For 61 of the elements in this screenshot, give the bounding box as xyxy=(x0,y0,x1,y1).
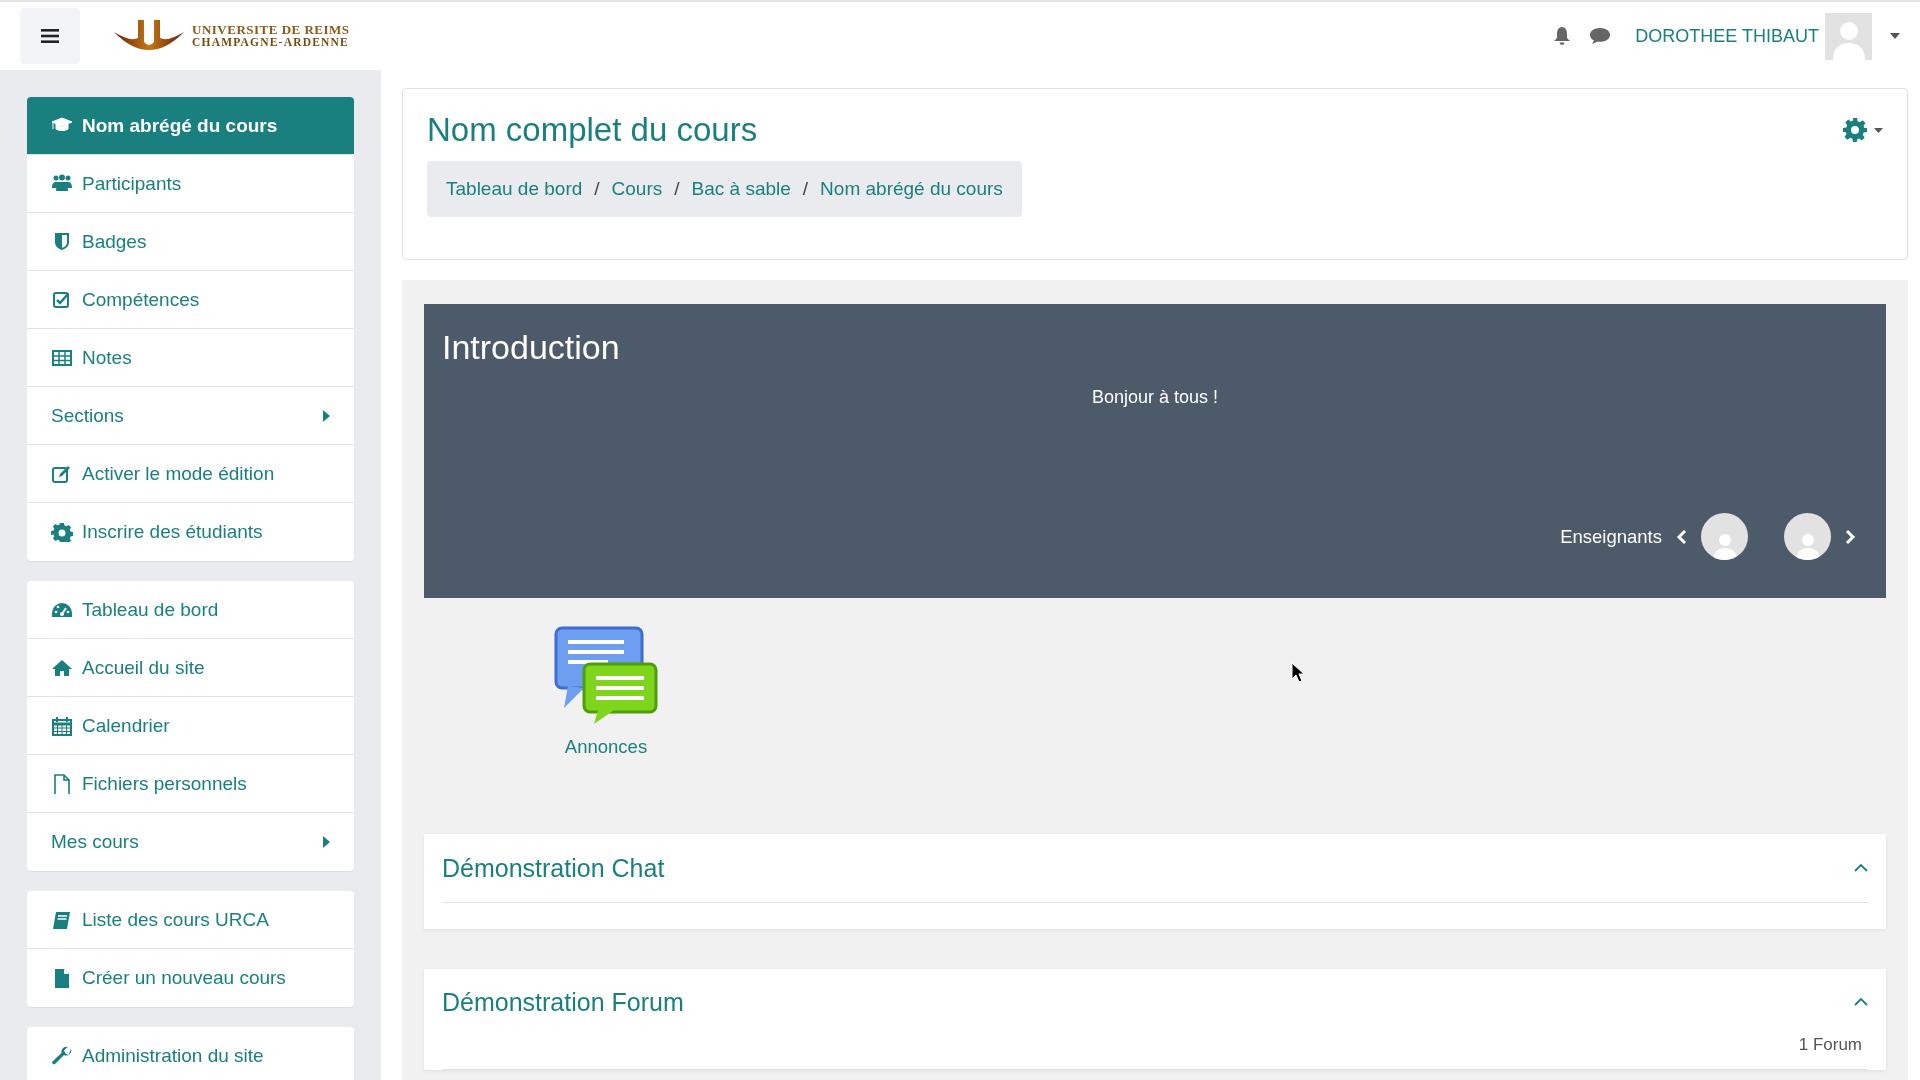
logo-text: UNIVERSITE DE REIMS xyxy=(192,23,350,36)
caret-right-icon xyxy=(323,836,330,848)
gear-icon xyxy=(1842,117,1868,143)
sidebar-item[interactable]: Fichiers personnels xyxy=(27,755,354,813)
teacher-avatar[interactable] xyxy=(1784,513,1831,560)
teacher-avatar[interactable] xyxy=(1701,513,1748,560)
welcome-text: Bonjour à tous ! xyxy=(1090,387,1220,408)
book-icon xyxy=(51,909,73,930)
edit-icon xyxy=(51,463,73,484)
house-icon xyxy=(51,657,73,678)
sidebar-item[interactable]: Liste des cours URCA xyxy=(27,891,354,949)
course-title: Nom complet du cours xyxy=(427,111,758,149)
sidebar-item[interactable]: Compétences xyxy=(27,271,354,329)
caret-icon xyxy=(1874,127,1883,133)
section-title: Démonstration Forum xyxy=(442,987,684,1017)
caret-icon[interactable] xyxy=(1890,33,1900,39)
sidebar-item[interactable]: Administration du site xyxy=(27,1027,354,1080)
breadcrumb-separator: / xyxy=(802,178,809,200)
section-title: Démonstration Chat xyxy=(442,853,665,883)
chevron-left-icon[interactable] xyxy=(1676,528,1687,545)
activity-summary: 1 Forum xyxy=(1798,1035,1862,1056)
table-icon xyxy=(51,347,73,368)
breadcrumb-link[interactable]: Cours xyxy=(611,178,663,200)
sidebar-item[interactable]: Créer un nouveau cours xyxy=(27,949,354,1007)
breadcrumb-separator: / xyxy=(674,178,680,200)
sidebar-item[interactable]: Calendrier xyxy=(27,697,354,755)
chevron-up-icon[interactable] xyxy=(1854,863,1868,873)
breadcrumb-separator: / xyxy=(594,178,600,200)
sidebar-item[interactable]: Tableau de bord xyxy=(27,581,354,639)
activity-link[interactable]: Annonces xyxy=(564,736,648,758)
chevron-right-icon[interactable] xyxy=(1845,528,1856,545)
sidebar-item[interactable]: Activer le mode édition xyxy=(27,445,354,503)
document-icon xyxy=(51,773,73,794)
chevron-up-icon[interactable] xyxy=(1854,997,1868,1007)
people-icon xyxy=(51,173,73,194)
sidebar-item[interactable]: Notes xyxy=(27,329,354,387)
sidebar-item[interactable]: Badges xyxy=(27,213,354,271)
settings-button[interactable] xyxy=(1842,117,1883,143)
sidebar-item[interactable]: Sections xyxy=(27,387,354,445)
teachers-label: Enseignants xyxy=(1560,525,1662,548)
gear-icon xyxy=(51,522,73,542)
wrench-icon xyxy=(51,1046,73,1066)
menu-icon xyxy=(41,28,59,44)
sidebar-item[interactable]: Mes cours xyxy=(27,813,354,871)
forum-bubbles-icon[interactable] xyxy=(554,626,658,726)
breadcrumb-link[interactable]: Nom abrégé du cours xyxy=(820,178,1003,200)
logo-text: CHAMPAGNE-ARDENNE xyxy=(192,36,350,49)
caret-right-icon xyxy=(323,409,330,422)
sidebar-item[interactable]: Accueil du site xyxy=(27,639,354,697)
user-name[interactable]: DOROTHEE THIBAUT xyxy=(1635,25,1819,47)
section-title: Introduction xyxy=(442,328,621,367)
chat-bubble-icon[interactable] xyxy=(1589,27,1612,45)
sidebar-item[interactable]: Participants xyxy=(27,155,354,213)
sidebar-item[interactable]: Inscrire des étudiants xyxy=(27,503,354,561)
menu-button[interactable] xyxy=(20,8,80,64)
sidebar-item[interactable]: Nom abrégé du cours xyxy=(27,97,354,155)
breadcrumb-link[interactable]: Tableau de bord xyxy=(446,178,583,200)
bell-icon[interactable] xyxy=(1553,26,1572,46)
breadcrumb-link[interactable]: Bac à sable xyxy=(691,178,791,200)
mouse-cursor-icon xyxy=(1291,662,1305,683)
calendar-icon xyxy=(51,715,73,736)
